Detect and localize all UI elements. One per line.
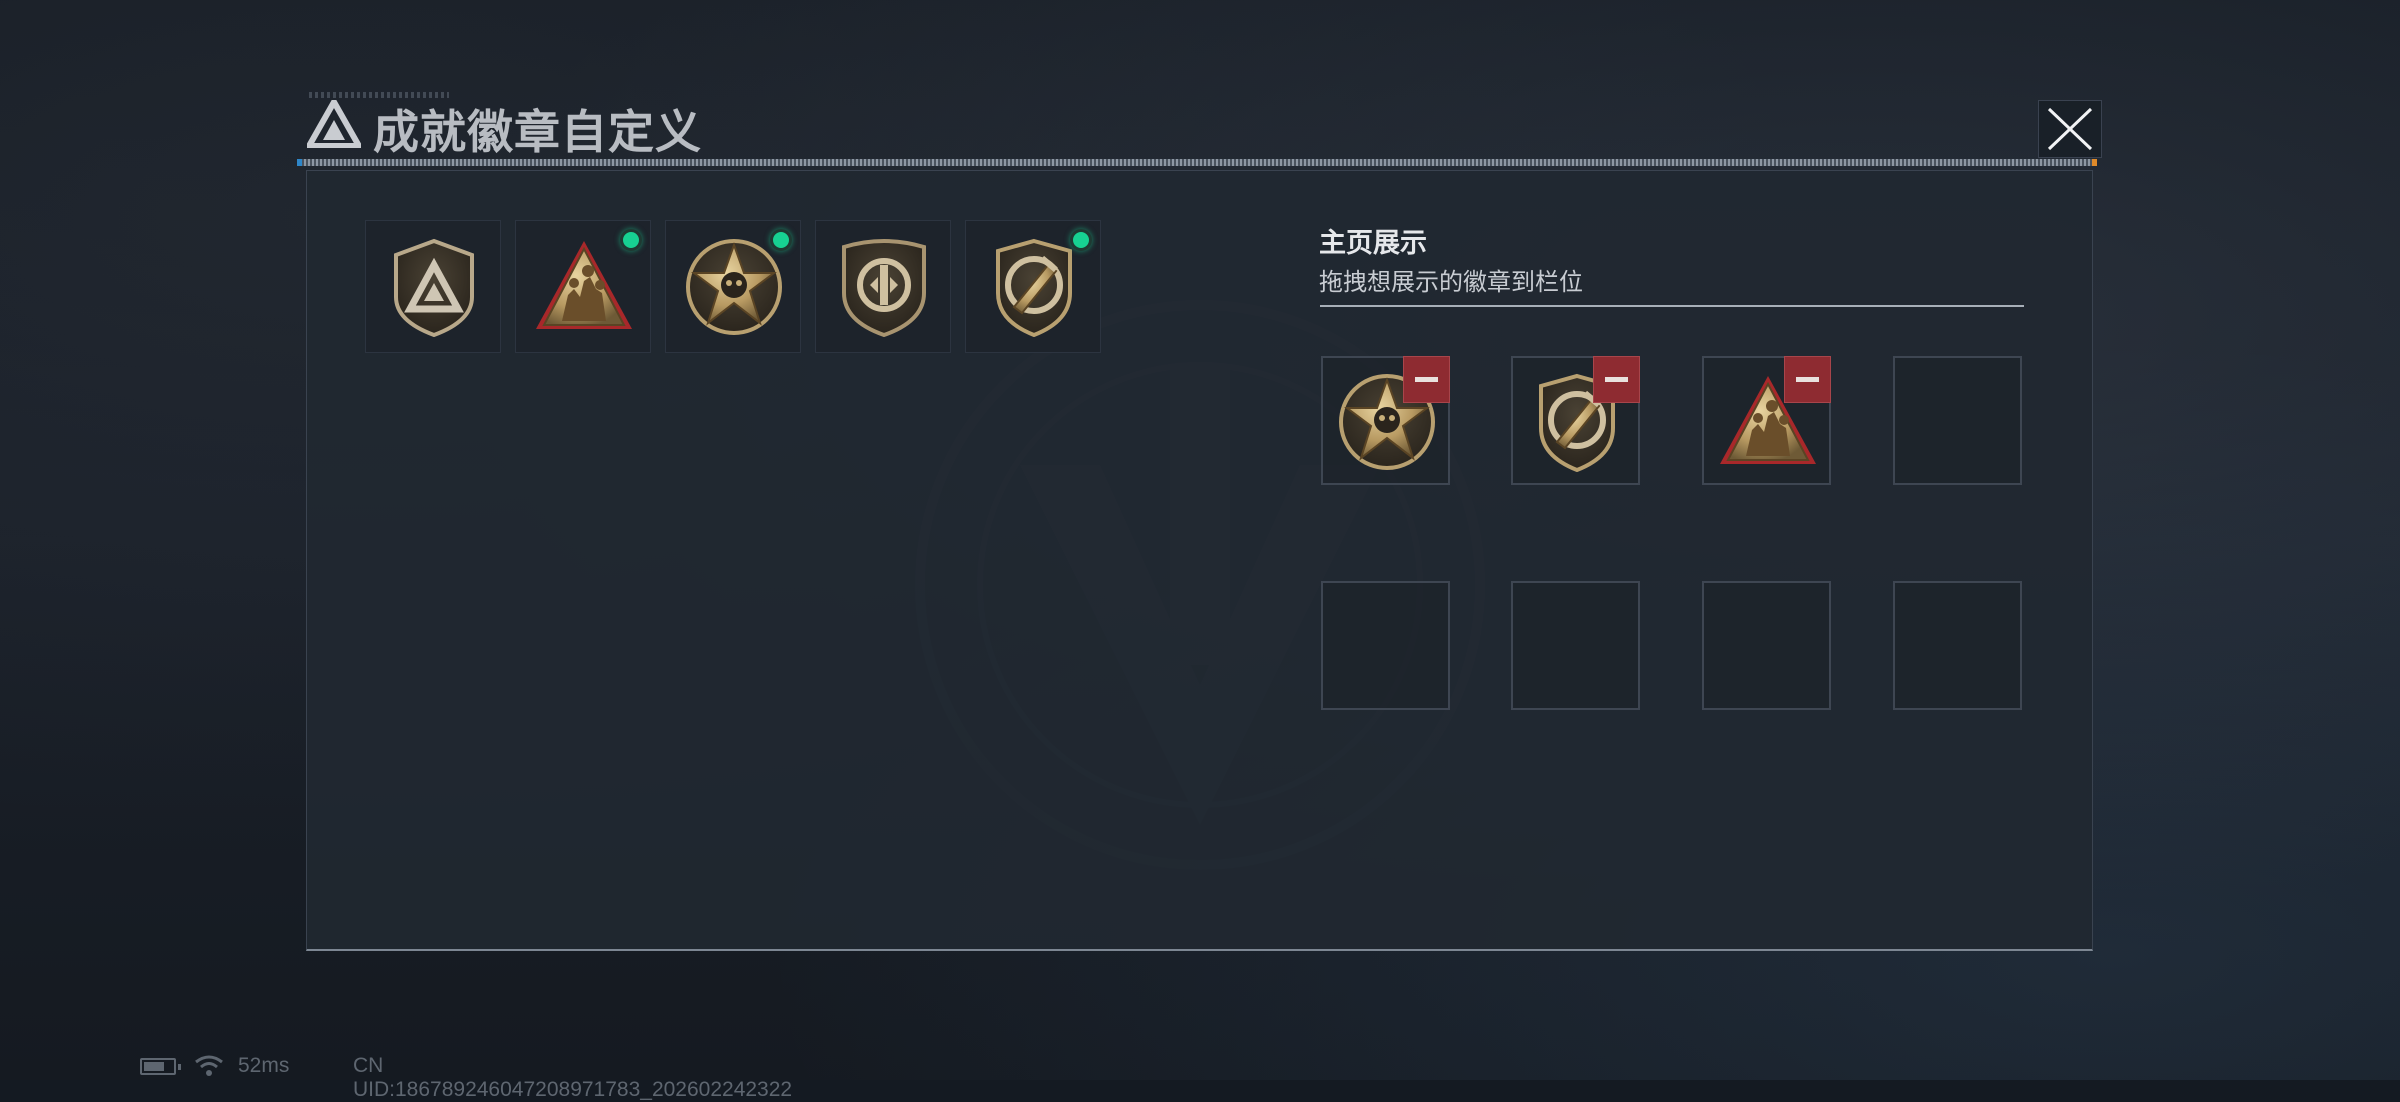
- new-indicator-dot: [770, 229, 792, 251]
- owned-badge-slot[interactable]: [365, 220, 501, 353]
- owned-badge-slot[interactable]: [965, 220, 1101, 353]
- new-indicator-dot: [1070, 229, 1092, 251]
- triangle-shield-badge-icon: [384, 237, 484, 337]
- owned-badge-slot[interactable]: [665, 220, 801, 353]
- display-slot-empty[interactable]: [1321, 581, 1450, 710]
- window-title: 成就徽章自定义: [373, 105, 702, 159]
- owned-badge-slot[interactable]: [515, 220, 651, 353]
- remove-badge-button[interactable]: [1784, 356, 1831, 403]
- battery-icon: [140, 1058, 181, 1075]
- user-uid: CN UID:186789246047208971783_20260224232…: [353, 1054, 793, 1101]
- close-button[interactable]: [2038, 100, 2102, 158]
- remove-badge-button[interactable]: [1403, 356, 1450, 403]
- display-slot[interactable]: [1511, 356, 1640, 485]
- new-indicator-dot: [620, 229, 642, 251]
- display-section-hint: 拖拽想展示的徽章到栏位: [1319, 268, 1583, 296]
- display-slot-empty[interactable]: [1893, 356, 2022, 485]
- display-slot-empty[interactable]: [1511, 581, 1640, 710]
- display-slot-empty[interactable]: [1893, 581, 2022, 710]
- skull-star-badge-icon: [684, 237, 784, 337]
- dagger-shield-badge-icon: [984, 237, 1084, 337]
- display-slot-empty[interactable]: [1702, 581, 1831, 710]
- display-section-title: 主页展示: [1319, 228, 1427, 259]
- title-bar: 成就徽章自定义: [297, 92, 2105, 159]
- ping-readout: 52ms: [238, 1054, 290, 1077]
- owned-badge-slot[interactable]: [815, 220, 951, 353]
- title-divider: [297, 159, 2097, 166]
- close-icon: [2047, 107, 2093, 151]
- soldiers-triangle-badge-icon: [534, 237, 634, 337]
- emblem-shield-badge-icon: [834, 237, 934, 337]
- display-slot[interactable]: [1702, 356, 1831, 485]
- triangle-logo-icon: [307, 100, 361, 148]
- remove-badge-button[interactable]: [1593, 356, 1640, 403]
- display-slot[interactable]: [1321, 356, 1450, 485]
- wifi-icon: [195, 1055, 223, 1076]
- display-divider: [1320, 305, 2024, 307]
